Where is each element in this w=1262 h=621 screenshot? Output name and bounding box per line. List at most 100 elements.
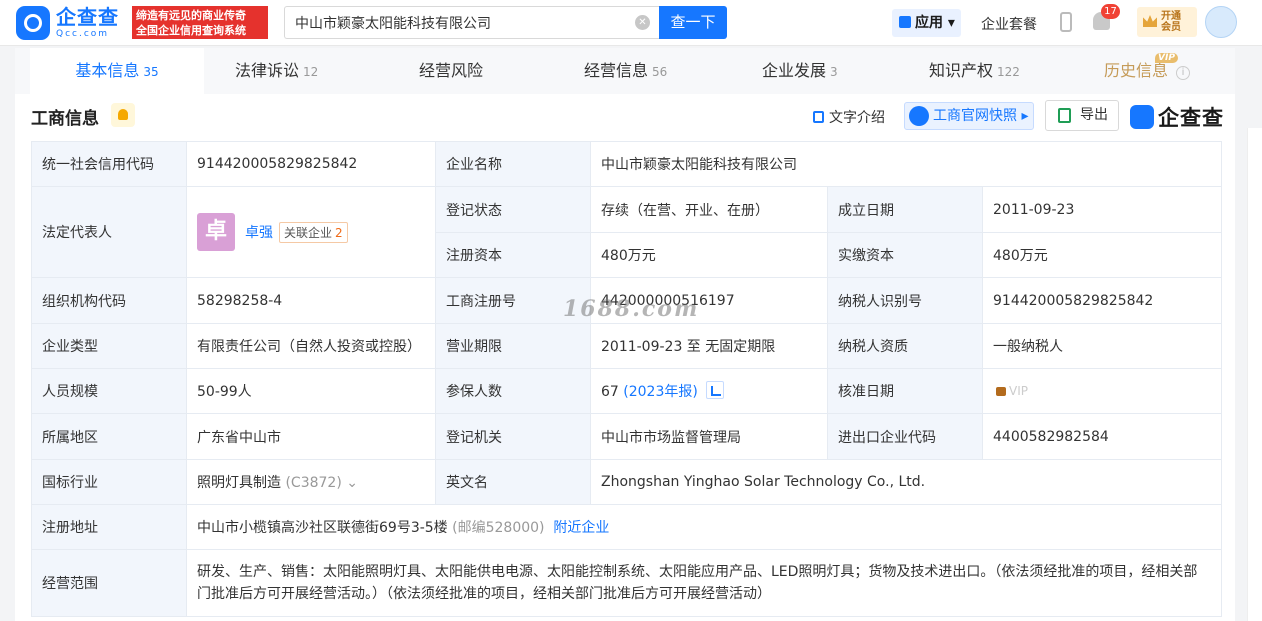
label-english-name: 英文名 (435, 459, 591, 505)
snapshot-icon (909, 106, 929, 126)
label-term: 营业期限 (435, 323, 591, 369)
apps-menu[interactable]: 应用 ▾ (892, 9, 961, 37)
value-taxpayer-qual: 一般纳税人 (981, 323, 1223, 369)
tab-label: 法律诉讼 (235, 61, 300, 80)
label-company-type: 企业类型 (31, 323, 187, 369)
value-taxpayer-id: 914420005829825842 (981, 277, 1223, 324)
lock-icon[interactable] (996, 387, 1006, 396)
label-org-code: 组织机构代码 (31, 277, 187, 324)
label-taxpayer-id: 纳税人识别号 (827, 277, 983, 324)
trend-chart-icon[interactable] (705, 381, 724, 399)
snapshot-label: 工商官网快照 (933, 108, 1017, 124)
insured-year-link[interactable]: (2023年报) (623, 384, 698, 400)
tab-operating-info[interactable]: 经营信息 56 (584, 48, 667, 94)
value-paid-capital: 480万元 (981, 232, 1223, 278)
value-english-name: Zhongshan Yinghao Solar Technology Co., … (589, 459, 1223, 505)
business-info-table: 统一社会信用代码 914420005829825842 企业名称 中山市颖豪太阳… (31, 141, 1223, 617)
table-row: 所属地区 广东省中山市 登记机关 中山市市场监督管理局 进出口企业代码 4400… (31, 413, 1223, 460)
legal-rep-avatar[interactable]: 卓 (197, 213, 235, 251)
text-intro-label: 文字介绍 (829, 110, 885, 126)
label-import-export: 进出口企业代码 (827, 413, 983, 460)
text-intro-button[interactable]: 文字介绍 (813, 107, 885, 127)
tab-count: 12 (303, 65, 319, 79)
vip-open-line-2: 会员 (1161, 22, 1181, 33)
qcc-logo-icon (16, 6, 50, 40)
tab-development[interactable]: 企业发展 3 (762, 48, 838, 94)
industry-name: 照明灯具制造 (197, 475, 281, 491)
related-companies-chip[interactable]: 关联企业 2 (279, 221, 348, 243)
label-insured: 参保人数 (435, 368, 591, 414)
value-legal-rep: 卓卓强 关联企业 2 (186, 186, 436, 278)
monitor-bell-icon[interactable] (111, 103, 135, 127)
slogan-banner: 缔造有远见的商业传奇 全国企业信用查询系统 (132, 6, 268, 39)
legal-rep-name-link[interactable]: 卓强 (245, 225, 273, 241)
qcc-logo[interactable]: 企查查 Qcc.com (16, 6, 119, 40)
search-input[interactable] (285, 7, 625, 38)
tab-count: 35 (143, 65, 159, 79)
tab-label: 经营风险 (419, 61, 484, 80)
label-address: 注册地址 (31, 504, 187, 550)
value-reg-status: 存续（在营、开业、在册） (590, 186, 828, 233)
right-side-panel (1247, 128, 1262, 621)
official-snapshot-button[interactable]: 工商官网快照 ▸ (904, 102, 1034, 130)
business-info-panel: 工商信息 文字介绍 工商官网快照 ▸ 导出 企查查 统一社会信用代码 91442… (15, 94, 1235, 621)
table-row: 经营范围 研发、生产、销售：太阳能照明灯具、太阳能供电电源、太阳能控制系统、太阳… (31, 549, 1223, 617)
value-company-name: 中山市颖豪太阳能科技有限公司 (589, 141, 1223, 187)
tab-label: 基本信息 (75, 61, 140, 80)
clear-icon[interactable]: ✕ (635, 15, 650, 30)
value-insured: 67 (2023年报) (590, 368, 828, 414)
vip-badge: VIP (1155, 53, 1178, 63)
watermark: 1688.com (563, 296, 700, 322)
postcode: (邮编528000) (452, 520, 545, 536)
label-legal-rep: 法定代表人 (31, 186, 187, 278)
value-org-code: 58298258-4 (186, 277, 436, 324)
mobile-icon[interactable] (1060, 12, 1072, 32)
info-icon: i (1176, 66, 1191, 80)
crown-icon (1143, 15, 1157, 27)
value-industry[interactable]: 照明灯具制造 (C3872) ⌄ (186, 459, 436, 505)
top-header: 企查查 Qcc.com 缔造有远见的商业传奇 全国企业信用查询系统 ✕ 查一下 … (0, 0, 1262, 46)
industry-code: (C3872) (285, 475, 342, 491)
excel-icon (1058, 108, 1071, 123)
section-title: 工商信息 (31, 109, 99, 129)
tab-bar: 基本信息 35 法律诉讼 12 经营风险 经营信息 56 企业发展 3 知识产权 122 … (15, 48, 1235, 94)
value-business-scope: 研发、生产、销售：太阳能照明灯具、太阳能供电电源、太阳能控制系统、太阳能应用产品… (185, 549, 1223, 617)
table-row: 统一社会信用代码 914420005829825842 企业名称 中山市颖豪太阳… (31, 141, 1223, 187)
label-company-name: 企业名称 (435, 141, 591, 187)
tab-label: 历史信息 (1104, 61, 1169, 80)
label-credit-code: 统一社会信用代码 (31, 141, 187, 187)
table-row: 法定代表人 卓卓强 关联企业 2 登记状态 存续（在营、开业、在册） 成立日期 20… (31, 186, 1223, 278)
value-approval-date: VIP (981, 368, 1223, 414)
apps-grid-icon (899, 16, 911, 28)
enterprise-suite-link[interactable]: 企业套餐 (981, 14, 1037, 34)
value-authority: 中山市市场监督管理局 (590, 413, 828, 460)
apps-label: 应用 (915, 15, 943, 31)
tab-count: 3 (830, 65, 838, 79)
tab-litigation[interactable]: 法律诉讼 12 (235, 48, 318, 94)
value-founded: 2011-09-23 (981, 186, 1223, 233)
tab-ip[interactable]: 知识产权 122 (929, 48, 1020, 94)
search-box: ✕ (284, 6, 660, 39)
open-vip-button[interactable]: 开通 会员 (1137, 7, 1197, 37)
chevron-down-icon[interactable]: ⌄ (346, 475, 358, 491)
tab-basic-info[interactable]: 基本信息 35 (30, 48, 204, 94)
table-row: 人员规模 50-99人 参保人数 67 (2023年报) 核准日期 VIP (31, 368, 1223, 414)
tab-operational-risk[interactable]: 经营风险 (419, 48, 483, 94)
label-reg-status: 登记状态 (435, 186, 591, 233)
label-region: 所属地区 (31, 413, 187, 460)
caret-down-icon: ▾ (947, 15, 955, 31)
value-import-export: 4400582982584 (981, 413, 1223, 460)
export-button[interactable]: 导出 (1045, 100, 1119, 131)
logo-domain: Qcc.com (56, 29, 110, 39)
search-button[interactable]: 查一下 (659, 6, 727, 39)
user-avatar[interactable] (1205, 6, 1237, 38)
tab-label: 知识产权 (929, 61, 994, 80)
nearby-companies-link[interactable]: 附近企业 (553, 520, 609, 536)
tab-count: 56 (652, 65, 668, 79)
related-count: 2 (335, 225, 343, 240)
label-approval-date: 核准日期 (827, 368, 983, 414)
label-authority: 登记机关 (435, 413, 591, 460)
label-founded: 成立日期 (827, 186, 983, 233)
table-row: 注册地址 中山市小榄镇高沙社区联德街69号3-5楼 (邮编528000) 附近企… (31, 504, 1223, 550)
value-term: 2011-09-23 至 无固定期限 (590, 323, 828, 369)
